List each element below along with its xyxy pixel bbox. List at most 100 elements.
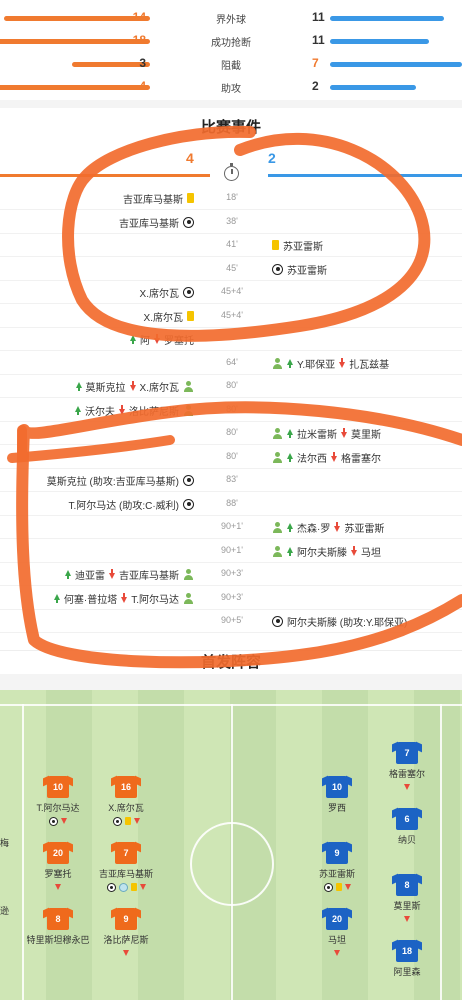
event-player-name: T.阿尔马达 (助攻:C·威利) bbox=[68, 500, 179, 512]
event-player-name: 阿尔夫斯滕 bbox=[297, 547, 347, 559]
away-event: 阿尔夫斯滕 马坦 bbox=[272, 543, 381, 559]
lineup-player[interactable]: 16 X.席尔瓦 bbox=[81, 776, 171, 826]
event-row[interactable]: 80' 沃尔夫 洛比萨尼斯 bbox=[0, 399, 462, 422]
away-event: 苏亚雷斯 bbox=[272, 261, 327, 277]
up-icon bbox=[65, 569, 71, 579]
away-event: Y.耶保亚 扎瓦兹基 bbox=[272, 355, 389, 371]
event-minute: 90+3' bbox=[221, 568, 243, 578]
player-event-icons bbox=[362, 980, 452, 990]
event-player-name: 苏亚雷斯 bbox=[287, 265, 327, 277]
event-row[interactable]: 83' 莫斯克拉 (助攻:吉亚库马基斯) bbox=[0, 469, 462, 492]
event-row[interactable]: 80' 莫斯克拉 X.席尔瓦 bbox=[0, 375, 462, 398]
sub-out-icon bbox=[344, 884, 351, 890]
up-icon bbox=[75, 381, 82, 391]
event-minute: 18' bbox=[226, 192, 238, 202]
lineup-player[interactable]: 9 洛比萨尼斯 bbox=[81, 908, 171, 958]
event-row[interactable]: 45+4' X.席尔瓦 bbox=[0, 281, 462, 304]
home-event: X.席尔瓦 bbox=[144, 308, 194, 324]
home-stat-value: 4 bbox=[139, 79, 146, 93]
event-row[interactable]: 80' 法尔西 格雷塞尔 bbox=[0, 446, 462, 469]
event-player-name: 吉亚库马基斯 bbox=[119, 218, 179, 230]
away-stat-value: 2 bbox=[312, 79, 319, 93]
home-event: 莫斯克拉 X.席尔瓦 bbox=[75, 378, 194, 394]
stat-row: 14 界外球 11 bbox=[0, 7, 462, 29]
event-player-name: 阿 bbox=[140, 335, 150, 347]
person-icon bbox=[272, 427, 283, 439]
up-icon bbox=[53, 593, 60, 603]
event-player-name: 苏亚雷斯 bbox=[283, 241, 323, 253]
ball-icon bbox=[272, 615, 283, 627]
edge-player-name: 逊 bbox=[0, 906, 10, 916]
event-row[interactable]: 90+5' 阿尔夫斯滕 (助攻:Y.耶保亚) bbox=[0, 610, 462, 633]
away-stat-value: 11 bbox=[312, 10, 325, 24]
home-stat-bar bbox=[0, 39, 150, 44]
event-minute: 80' bbox=[226, 451, 238, 461]
down-icon bbox=[341, 427, 347, 438]
event-player-name: 阿尔夫斯滕 (助攻:Y.耶保亚) bbox=[287, 617, 408, 629]
event-row[interactable]: 38' 吉亚库马基斯 bbox=[0, 211, 462, 234]
event-row[interactable]: 88' T.阿尔马达 (助攻:C·威利) bbox=[0, 493, 462, 516]
person-icon bbox=[183, 592, 194, 604]
away-stat-value: 7 bbox=[312, 56, 319, 70]
lineup-player[interactable]: 18 阿里森 bbox=[362, 940, 452, 990]
sub-out-icon bbox=[334, 950, 340, 956]
event-player-name: 莫斯克拉 (助攻:吉亚库马基斯) bbox=[46, 476, 179, 488]
stat-row: 4 助攻 2 bbox=[0, 76, 462, 98]
home-stat-value: 3 bbox=[139, 56, 146, 70]
event-row[interactable]: 45+4' X.席尔瓦 bbox=[0, 305, 462, 328]
person-icon bbox=[272, 451, 283, 463]
event-player-name: X.席尔瓦 bbox=[139, 288, 179, 300]
home-event: 迪亚雷 吉亚库马基斯 bbox=[65, 566, 194, 582]
event-player-name: 沃尔夫 bbox=[85, 406, 115, 418]
section-divider bbox=[0, 100, 462, 108]
person-icon bbox=[183, 404, 194, 416]
event-player-name: 吉亚库马基斯 bbox=[123, 194, 183, 206]
event-row[interactable]: 41' 苏亚雷斯 bbox=[0, 234, 462, 257]
yellow-card-icon bbox=[187, 193, 194, 203]
jersey-icon: 18 bbox=[396, 940, 418, 962]
event-row[interactable]: 18' 吉亚库马基斯 bbox=[0, 187, 462, 210]
assist-icon bbox=[118, 882, 128, 892]
event-minute: 45+4' bbox=[221, 286, 243, 296]
event-row[interactable]: 90+3' 何塞·普拉塔 T.阿尔马达 bbox=[0, 587, 462, 610]
stat-row: 18 成功抢断 11 bbox=[0, 30, 462, 52]
event-minute: 83' bbox=[226, 474, 238, 484]
person-icon bbox=[272, 357, 283, 369]
event-minute: 80' bbox=[226, 404, 238, 414]
event-player-name: 洛比萨尼斯 bbox=[129, 406, 179, 418]
event-row[interactable]: 45' 苏亚雷斯 bbox=[0, 258, 462, 281]
events-title: 比赛事件 bbox=[200, 119, 261, 136]
down-icon bbox=[331, 451, 337, 462]
jersey-icon: 16 bbox=[115, 776, 137, 798]
away-stat-bar bbox=[330, 39, 429, 44]
event-minute: 80' bbox=[226, 380, 238, 390]
yellow-card-icon bbox=[130, 883, 137, 891]
player-name: 吉亚库马基斯 bbox=[98, 869, 153, 879]
home-event: 吉亚库马基斯 bbox=[119, 214, 194, 230]
lineup-pitch: 梅 逊 10 T.阿尔马达 16 X.席尔瓦 20 罗塞托 7 吉亚库马基斯 8 特里斯坦穆永巴 9… bbox=[0, 690, 462, 1000]
event-row[interactable]: 80' 拉米雷斯 莫里斯 bbox=[0, 422, 462, 445]
event-player-name: T.阿尔马达 bbox=[131, 594, 179, 606]
home-event: 莫斯克拉 (助攻:吉亚库马基斯) bbox=[47, 472, 194, 488]
away-stat-value: 11 bbox=[312, 33, 325, 47]
event-minute: 88' bbox=[226, 498, 238, 508]
event-row[interactable]: 90+1' 杰森·罗 苏亚雷斯 bbox=[0, 516, 462, 539]
event-row[interactable]: 90+3' 迪亚雷 吉亚库马基斯 bbox=[0, 563, 462, 586]
event-player-name: 杰森·罗 bbox=[297, 523, 331, 535]
event-player-name: 拉米雷斯 bbox=[297, 429, 337, 441]
event-player-name: 法尔西 bbox=[297, 453, 327, 465]
sub-out-icon bbox=[404, 916, 410, 922]
event-row[interactable]: 64' Y.耶保亚 扎瓦兹基 bbox=[0, 352, 462, 375]
event-row[interactable]: 90+1' 阿尔夫斯滕 马坦 bbox=[0, 540, 462, 563]
away-event: 苏亚雷斯 bbox=[272, 237, 323, 253]
event-player-name: 吉亚库马基斯 bbox=[119, 570, 179, 582]
event-minute: 90+1' bbox=[221, 521, 243, 531]
ball-icon bbox=[183, 498, 194, 510]
ball-icon bbox=[183, 216, 194, 228]
lineup-player[interactable]: 7 吉亚库马基斯 bbox=[81, 842, 171, 892]
section-divider bbox=[0, 674, 462, 690]
away-event: 法尔西 格雷塞尔 bbox=[272, 449, 381, 465]
event-row[interactable]: 阿 罗塞托 bbox=[0, 328, 462, 351]
jersey-icon: 6 bbox=[396, 808, 418, 830]
player-name: X.席尔瓦 bbox=[108, 803, 144, 813]
